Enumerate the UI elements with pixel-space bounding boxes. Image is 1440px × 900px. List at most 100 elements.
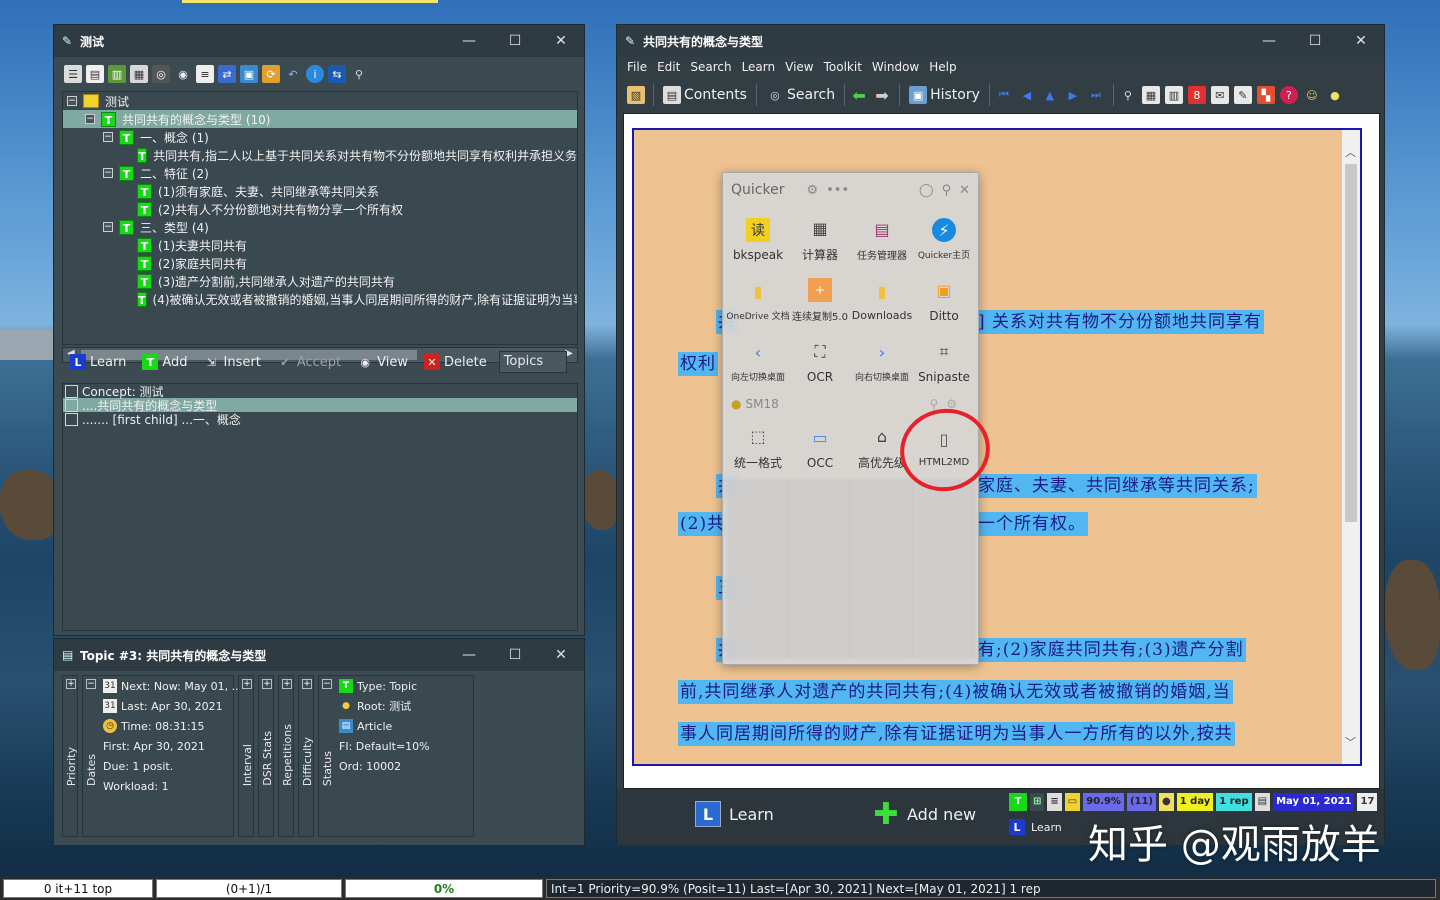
expand-toggle[interactable]: − [86, 679, 96, 689]
tree-row[interactable]: − T 三、类型 (4) [63, 218, 577, 236]
tree-row[interactable]: − T 二、特征 (2) [63, 164, 577, 182]
tree-row[interactable]: T (3)遗产分割前,共同继承人对遗产的共同共有 [63, 272, 577, 290]
menu-learn[interactable]: Learn [742, 60, 776, 74]
close-button[interactable]: ✕ [538, 639, 584, 671]
pin-icon[interactable]: ⚲ [942, 183, 952, 198]
image-icon[interactable]: ▧ [627, 86, 645, 104]
info-icon[interactable]: i [306, 65, 324, 83]
collapse-toggle[interactable]: − [67, 96, 77, 106]
collapse-toggle[interactable]: − [85, 114, 95, 124]
checkbox[interactable] [65, 384, 78, 398]
tree-row[interactable]: − T 共同共有的概念与类型 (10) [63, 110, 577, 128]
close-button[interactable]: ✕ [1338, 25, 1384, 57]
history-button[interactable]: ▣ History [905, 82, 984, 108]
action-downloads[interactable]: ▮ Downloads [851, 270, 913, 331]
search-tool-icon[interactable]: ⚲ [1119, 86, 1137, 104]
small-learn-button[interactable]: L Learn [1009, 819, 1062, 835]
web-icon[interactable]: ▦ [1141, 86, 1160, 104]
action-ditto[interactable]: ▣ Ditto [913, 270, 975, 331]
first-icon[interactable]: ⏮ [995, 86, 1013, 104]
expand-toggle[interactable]: + [66, 679, 76, 689]
view-button[interactable]: ◉ View [349, 350, 416, 374]
user-icon[interactable]: ◯ [919, 183, 934, 198]
undo-icon[interactable]: ↶ [284, 65, 302, 83]
collapse-toggle[interactable]: − [103, 222, 113, 232]
tree-row[interactable]: T (2)共有人不分份额地对共有物分享一个所有权 [63, 200, 577, 218]
pages-icon[interactable]: ▦ [130, 65, 148, 83]
menu-window[interactable]: Window [872, 60, 919, 74]
expand-toggle[interactable]: + [262, 679, 272, 689]
tree-row[interactable]: T (4)被确认无效或者被撤销的婚姻,当事人同居期间所得的财产,除有证据证明为当… [63, 290, 577, 308]
next-icon[interactable]: ▶ [1064, 86, 1082, 104]
close-button[interactable]: ✕ [538, 25, 584, 57]
minimize-button[interactable]: — [1246, 25, 1292, 57]
action-switch-desktop-right[interactable]: › 向右切换桌面 [851, 331, 913, 392]
maximize-button[interactable]: ☐ [492, 639, 538, 671]
action-calculator[interactable]: ▦ 计算器 [789, 209, 851, 270]
topics-dropdown[interactable]: Topics [498, 351, 567, 373]
action-unify-format[interactable]: ⬚ 统一格式 [727, 417, 789, 478]
save-icon[interactable]: ▣ [240, 65, 258, 83]
action-onedrive[interactable]: ▮ OneDrive 文档 [727, 270, 789, 331]
menu-search[interactable]: Search [690, 60, 731, 74]
document-vertical-scrollbar[interactable]: ︿ ﹀ [1342, 130, 1360, 764]
expand-toggle[interactable]: + [302, 679, 312, 689]
tree-row[interactable]: T (1)须有家庭、夫妻、共同继承等共同关系 [63, 182, 577, 200]
learn-big-button[interactable]: L Learn [695, 801, 774, 827]
transfer-icon[interactable]: ⇄ [218, 65, 236, 83]
scroll-up-icon[interactable]: ︿ [1345, 144, 1356, 160]
collapse-toggle[interactable]: − [103, 168, 113, 178]
learn-button[interactable]: L Learn [62, 350, 134, 374]
add-button[interactable]: T Add [134, 350, 195, 374]
menu-file[interactable]: File [627, 60, 647, 74]
menu-toolkit[interactable]: Toolkit [824, 60, 862, 74]
minimize-button[interactable]: — [446, 25, 492, 57]
parent-icon[interactable]: ▲ [1041, 86, 1059, 104]
book-icon[interactable]: ▥ [1164, 86, 1183, 104]
accept-button[interactable]: ✔ Accept [269, 350, 349, 374]
checkbox[interactable] [65, 412, 78, 426]
list-icon[interactable]: ≡ [196, 65, 214, 83]
list-view-icon[interactable]: ☰ [64, 65, 82, 83]
number-icon[interactable]: 8 [1187, 86, 1206, 104]
binoculars-icon[interactable]: ◎ [152, 65, 170, 83]
menu-help[interactable]: Help [929, 60, 956, 74]
add-new-button[interactable]: ✚ Add new [873, 797, 976, 832]
maximize-button[interactable]: ☐ [492, 25, 538, 57]
palette-icon[interactable]: ▚ [1256, 86, 1275, 104]
more-icon[interactable]: ••• [826, 183, 849, 198]
sync-icon[interactable]: ⇆ [328, 65, 346, 83]
refresh-icon[interactable]: ⟳ [262, 65, 280, 83]
action-switch-desktop-left[interactable]: ‹ 向左切换桌面 [727, 331, 789, 392]
outline-icon[interactable]: ▤ [86, 65, 104, 83]
action-continuous-copy[interactable]: + 连续复制5.0 [789, 270, 851, 331]
help-icon[interactable]: ? [1279, 86, 1298, 104]
eye-icon[interactable]: ◉ [174, 65, 192, 83]
search-tool-icon[interactable]: ⚲ [350, 65, 368, 83]
checkbox[interactable] [65, 398, 78, 412]
back-arrow-icon[interactable]: ⬅ [850, 86, 868, 105]
action-task-manager[interactable]: ▤ 任务管理器 [851, 209, 913, 270]
contents-button[interactable]: ▤ Contents [659, 82, 751, 108]
close-icon[interactable]: ✕ [959, 183, 970, 198]
last-icon[interactable]: ⏭ [1087, 86, 1105, 104]
action-ocr[interactable]: ⛶ OCR [789, 331, 851, 392]
tree-row[interactable]: T (2)家庭共同共有 [63, 254, 577, 272]
menu-view[interactable]: View [785, 60, 813, 74]
user-icon[interactable]: ☺ [1303, 86, 1321, 104]
book-icon[interactable]: ▥ [108, 65, 126, 83]
insert-button[interactable]: ⇲ Insert [196, 350, 269, 374]
minimize-button[interactable]: — [446, 639, 492, 671]
tree-row[interactable]: − 测试 [63, 92, 577, 110]
expand-toggle[interactable]: − [322, 679, 332, 689]
tree-row[interactable]: T (1)夫妻共同共有 [63, 236, 577, 254]
delete-button[interactable]: ✕ Delete [416, 350, 495, 374]
tree-row[interactable]: T 共同共有,指二人以上基于共同关系对共有物不分份额地共同享有权利并承担义务 [63, 146, 577, 164]
action-snipaste[interactable]: ⌗ Snipaste [913, 331, 975, 392]
collapse-toggle[interactable]: − [103, 132, 113, 142]
edit-icon[interactable]: ✎ [1233, 86, 1252, 104]
search-button[interactable]: ◎ Search [762, 82, 839, 108]
forward-arrow-icon[interactable]: ➡ [873, 86, 891, 105]
lightbulb-icon[interactable]: ● [1326, 86, 1344, 104]
expand-toggle[interactable]: + [242, 679, 252, 689]
